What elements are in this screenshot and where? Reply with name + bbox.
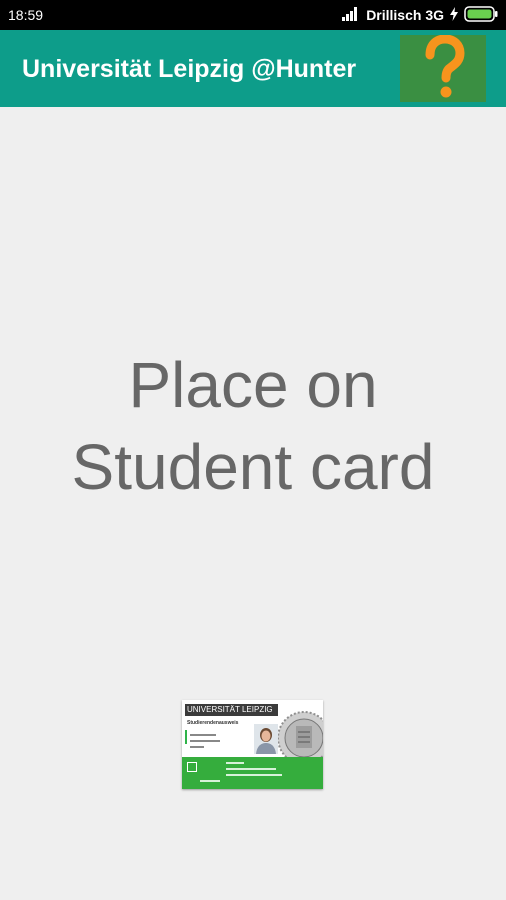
card-photo xyxy=(254,724,278,754)
card-subtitle: Studierendenausweis xyxy=(187,720,239,726)
instruction-line-2: Student card xyxy=(71,431,435,503)
app-bar: Universität Leipzig @Hunter xyxy=(0,30,506,107)
signal-icon xyxy=(342,6,360,24)
card-header: UNIVERSITÄT LEIPZIG xyxy=(185,704,278,716)
carrier-name: Drillisch 3G xyxy=(366,7,444,23)
app-title: Universität Leipzig @Hunter xyxy=(22,55,357,83)
card-accent-mark xyxy=(185,730,187,744)
card-text-line xyxy=(226,762,244,764)
charging-bolt-icon xyxy=(450,6,458,24)
card-text-line xyxy=(190,740,220,742)
card-text-line xyxy=(200,780,220,782)
status-time: 18:59 xyxy=(8,7,44,23)
card-green-band xyxy=(182,757,323,789)
card-text-line xyxy=(190,734,216,736)
qr-code-icon xyxy=(187,762,197,772)
instruction-line-1: Place on xyxy=(128,349,378,421)
student-card-image: UNIVERSITÄT LEIPZIG Studierendenausweis xyxy=(182,700,323,789)
card-text-line xyxy=(226,768,276,770)
card-text-line xyxy=(226,774,282,776)
status-indicators: Drillisch 3G xyxy=(342,5,498,25)
card-text-line xyxy=(190,746,204,748)
help-button[interactable] xyxy=(400,35,486,102)
battery-icon xyxy=(464,5,498,25)
status-bar: 18:59 Drillisch 3G xyxy=(0,0,506,30)
instruction-text: Place on Student card xyxy=(0,344,506,508)
